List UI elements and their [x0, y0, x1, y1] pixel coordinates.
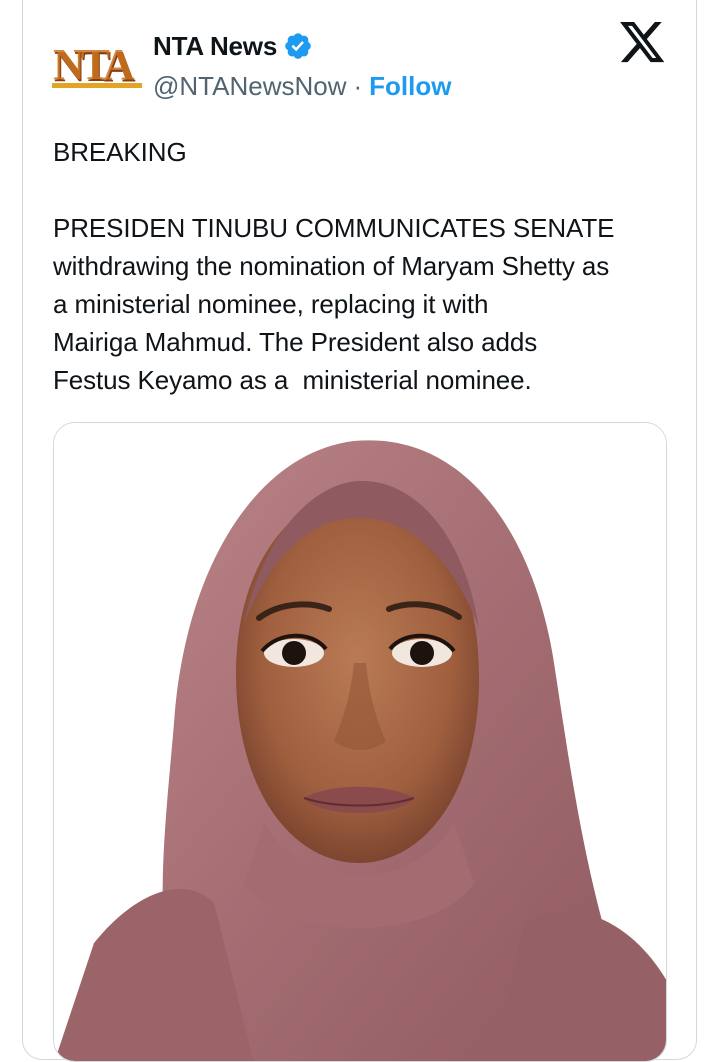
tweet-text-line: Festus Keyamo as a ministerial nominee. — [53, 365, 532, 395]
tweet-text-breaking: BREAKING — [53, 137, 187, 167]
tweet-text-line: withdrawing the nomination of Maryam She… — [53, 251, 610, 281]
tweet-photo[interactable] — [53, 422, 667, 1062]
author-row: NTA News — [153, 28, 313, 64]
separator-dot: · — [353, 70, 363, 101]
svg-text:NTA: NTA — [53, 40, 135, 89]
nta-logo-avatar[interactable]: NTA NTA — [50, 22, 146, 112]
follow-button[interactable]: Follow — [369, 71, 451, 102]
verified-badge-icon — [285, 33, 311, 59]
author-name[interactable]: NTA News — [153, 31, 277, 62]
x-logo-icon[interactable] — [620, 22, 666, 64]
handle-row: @NTANewsNow · Follow — [153, 68, 452, 104]
nta-logo-icon: NTA NTA — [52, 40, 142, 91]
tweet-text-line: PRESIDEN TINUBU COMMUNICATES SENATE — [53, 213, 615, 243]
portrait-image — [54, 423, 666, 1061]
tweet-text-line: Mairiga Mahmud. The President also adds — [53, 327, 538, 357]
tweet-text-line: a ministerial nominee, replacing it with — [53, 289, 489, 319]
author-handle[interactable]: @NTANewsNow — [153, 71, 347, 102]
